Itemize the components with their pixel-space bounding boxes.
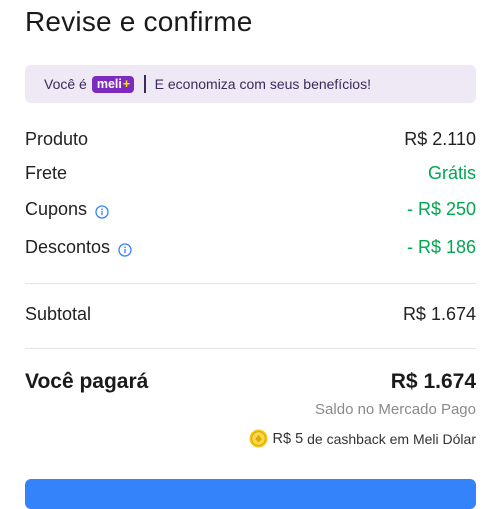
info-icon[interactable] <box>95 203 109 219</box>
subtotal-row: Subtotal R$ 1.674 <box>25 304 476 325</box>
banner-divider <box>144 75 146 93</box>
meli-badge-text: meli <box>96 76 122 91</box>
cashback-info: R$ 5 de cashback em Meli Dólar <box>249 429 476 448</box>
cupons-value: - R$ 250 <box>406 199 476 219</box>
info-icon[interactable] <box>118 241 132 257</box>
frete-row: Frete Grátis <box>25 163 476 184</box>
produto-label: Produto <box>25 129 89 149</box>
divider <box>25 283 476 284</box>
divider <box>25 348 476 349</box>
meli-plus-banner[interactable]: Você é meli + E economiza com seus benefí… <box>25 65 476 103</box>
meli-banner-prefix: Você é <box>44 76 87 92</box>
descontos-row: Descontos - R$ 186 <box>25 237 476 258</box>
cashback-amount: R$ 5 <box>272 430 304 447</box>
descontos-value: - R$ 186 <box>406 237 476 257</box>
descontos-label: Descontos <box>25 237 111 257</box>
meli-dolar-coin-icon <box>249 429 268 448</box>
cupons-row: Cupons - R$ 250 <box>25 199 476 220</box>
page-title: Revise e confirme <box>25 6 253 37</box>
meli-badge-plus: + <box>122 76 131 91</box>
frete-label: Frete <box>25 163 68 183</box>
total-value: R$ 1.674 <box>390 370 476 393</box>
confirm-purchase-button[interactable] <box>25 479 476 509</box>
total-row: Você pagará R$ 1.674 <box>25 370 476 394</box>
meli-banner-message: E economiza com seus benefícios! <box>154 76 371 92</box>
frete-value: Grátis <box>427 163 476 183</box>
cashback-text: de cashback em Meli Dólar <box>307 430 476 447</box>
produto-value: R$ 2.110 <box>404 129 476 149</box>
subtotal-label: Subtotal <box>25 304 92 324</box>
cupons-label: Cupons <box>25 199 88 219</box>
meli-plus-badge: meli + <box>91 75 135 93</box>
total-label: Você pagará <box>25 370 149 393</box>
payment-method-text: Saldo no Mercado Pago <box>315 401 476 418</box>
produto-row: Produto R$ 2.110 <box>25 129 476 150</box>
subtotal-value: R$ 1.674 <box>402 304 476 324</box>
